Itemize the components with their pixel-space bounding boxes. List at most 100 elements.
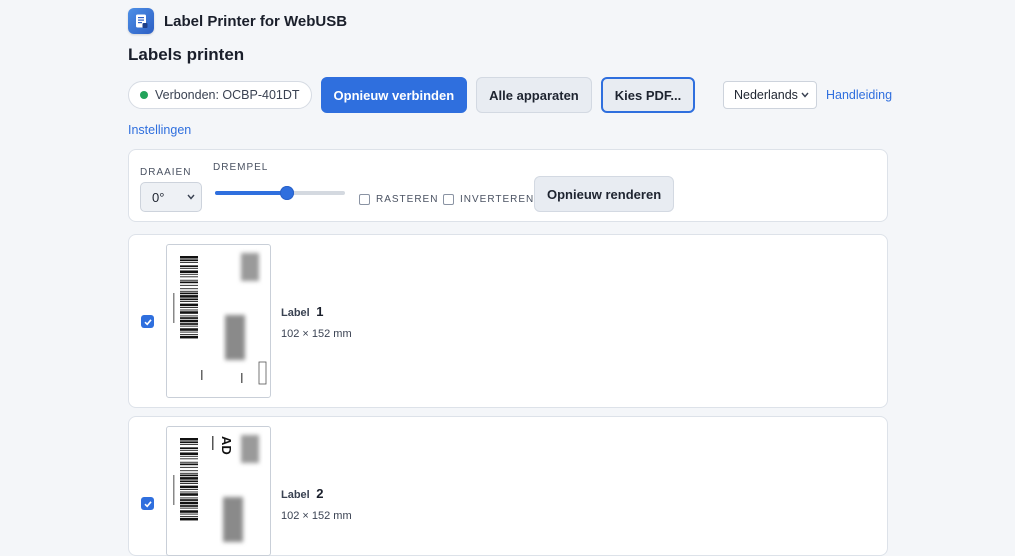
language-select-value: Nederlands xyxy=(734,88,798,102)
barcode-bar xyxy=(180,303,198,307)
invert-checkbox[interactable] xyxy=(443,194,454,205)
barcode-bar xyxy=(180,288,198,290)
barcode-bar xyxy=(180,474,198,477)
barcode-bar xyxy=(180,485,198,489)
connection-status-badge: Verbonden: OCBP-401DT xyxy=(128,81,312,109)
render-settings-panel: DRAAIEN 0° DREMPEL RASTEREN INVERTEREN O… xyxy=(128,149,888,222)
barcode-bar xyxy=(180,458,198,460)
rotate-label: DRAAIEN xyxy=(140,167,192,178)
barcode-bar xyxy=(180,452,198,455)
barcode-bar xyxy=(180,443,198,445)
label-select-checkbox[interactable] xyxy=(141,315,154,328)
manual-link[interactable]: Handleiding xyxy=(826,88,892,102)
dither-option[interactable]: RASTEREN xyxy=(359,194,438,205)
barcode-bar xyxy=(180,447,198,450)
page-title: Labels printen xyxy=(128,45,245,64)
label-card: AD Label 2 102 × 152 mm xyxy=(128,416,888,556)
threshold-slider[interactable] xyxy=(215,186,345,200)
barcode-bar xyxy=(180,279,198,281)
label-number: 2 xyxy=(316,486,324,501)
settings-link[interactable]: Instellingen xyxy=(128,123,191,137)
invert-label: INVERTEREN xyxy=(460,194,535,205)
label-card: Label 1 102 × 152 mm xyxy=(128,234,888,408)
barcode-bar xyxy=(180,335,198,339)
barcode-icon xyxy=(180,438,198,521)
barcode-bar xyxy=(180,466,198,468)
barcode-bar xyxy=(180,455,198,457)
barcode-bar xyxy=(180,334,198,336)
label-number: 1 xyxy=(316,304,324,319)
barcode-bar xyxy=(180,265,198,268)
toolbar: Verbonden: OCBP-401DT Opnieuw verbinden … xyxy=(128,77,696,113)
barcode-bar xyxy=(180,267,198,269)
label-select-checkbox[interactable] xyxy=(141,497,154,510)
barcode-bar xyxy=(180,513,198,515)
app-header: Label Printer for WebUSB xyxy=(128,8,347,34)
barcode-bar xyxy=(180,331,198,333)
dither-checkbox[interactable] xyxy=(359,194,370,205)
barcode-bar xyxy=(180,463,198,466)
barcode-bar xyxy=(180,259,198,262)
slider-thumb[interactable] xyxy=(279,186,294,200)
barcode-bar xyxy=(180,480,198,483)
barcode-bar xyxy=(180,483,198,484)
barcode-bar xyxy=(180,507,198,509)
reconnect-button[interactable]: Opnieuw verbinden xyxy=(320,77,468,113)
label-preview[interactable]: AD xyxy=(166,426,271,556)
rerender-button[interactable]: Opnieuw renderen xyxy=(534,176,675,212)
connection-status-text: Verbonden: OCBP-401DT xyxy=(155,88,300,102)
check-icon xyxy=(143,318,152,325)
status-dot-icon xyxy=(140,91,148,99)
barcode-bar xyxy=(180,477,198,480)
barcode-icon xyxy=(180,256,198,339)
barcode-bar xyxy=(180,261,198,263)
barcode-bar xyxy=(180,489,198,490)
rotate-select-value: 0° xyxy=(152,189,165,205)
chevron-down-icon xyxy=(801,92,809,98)
barcode-bar xyxy=(180,505,198,507)
barcode-bar xyxy=(180,472,198,474)
barcode-bar xyxy=(180,510,198,513)
label-info: Label 1 102 × 152 mm xyxy=(281,303,352,340)
barcode-bar xyxy=(180,309,198,311)
barcode-bar xyxy=(180,328,198,331)
barcode-bar xyxy=(180,298,198,301)
all-devices-button[interactable]: Alle apparaten xyxy=(476,77,592,113)
barcode-bar xyxy=(180,270,198,273)
check-icon xyxy=(143,500,152,507)
label-name: Label xyxy=(281,489,310,501)
barcode-bar xyxy=(180,325,198,327)
label-preview-image xyxy=(173,253,267,385)
invert-option[interactable]: INVERTEREN xyxy=(443,194,534,205)
barcode-bar xyxy=(180,315,198,317)
barcode-bar xyxy=(180,307,198,308)
printer-label-icon xyxy=(128,8,154,34)
barcode-bar xyxy=(180,491,198,493)
barcode-bar xyxy=(180,470,198,472)
barcode-bar xyxy=(180,301,198,302)
label-info: Label 2 102 × 152 mm xyxy=(281,485,352,522)
barcode-bar xyxy=(180,284,198,286)
language-select[interactable]: Nederlands xyxy=(723,81,817,109)
barcode-bar xyxy=(180,497,198,499)
barcode-bar xyxy=(180,516,198,518)
barcode-bar xyxy=(180,501,198,505)
label-badge: AD xyxy=(219,436,234,455)
barcode-bar xyxy=(180,256,198,259)
barcode-bar xyxy=(180,317,198,319)
barcode-bar xyxy=(180,461,198,463)
rotate-select[interactable]: 0° xyxy=(140,182,202,212)
app-title: Label Printer for WebUSB xyxy=(164,12,348,30)
choose-pdf-button[interactable]: Kies PDF... xyxy=(600,77,696,113)
label-size: 102 × 152 mm xyxy=(281,328,352,340)
barcode-bar xyxy=(180,323,198,325)
slider-fill xyxy=(215,191,287,195)
barcode-bar xyxy=(180,517,198,521)
barcode-bar xyxy=(180,281,198,284)
barcode-bar xyxy=(180,273,198,275)
label-preview[interactable] xyxy=(166,244,271,398)
threshold-label: DREMPEL xyxy=(213,162,269,173)
label-name: Label xyxy=(281,307,310,319)
label-size: 102 × 152 mm xyxy=(281,510,352,522)
barcode-bar xyxy=(180,276,198,278)
